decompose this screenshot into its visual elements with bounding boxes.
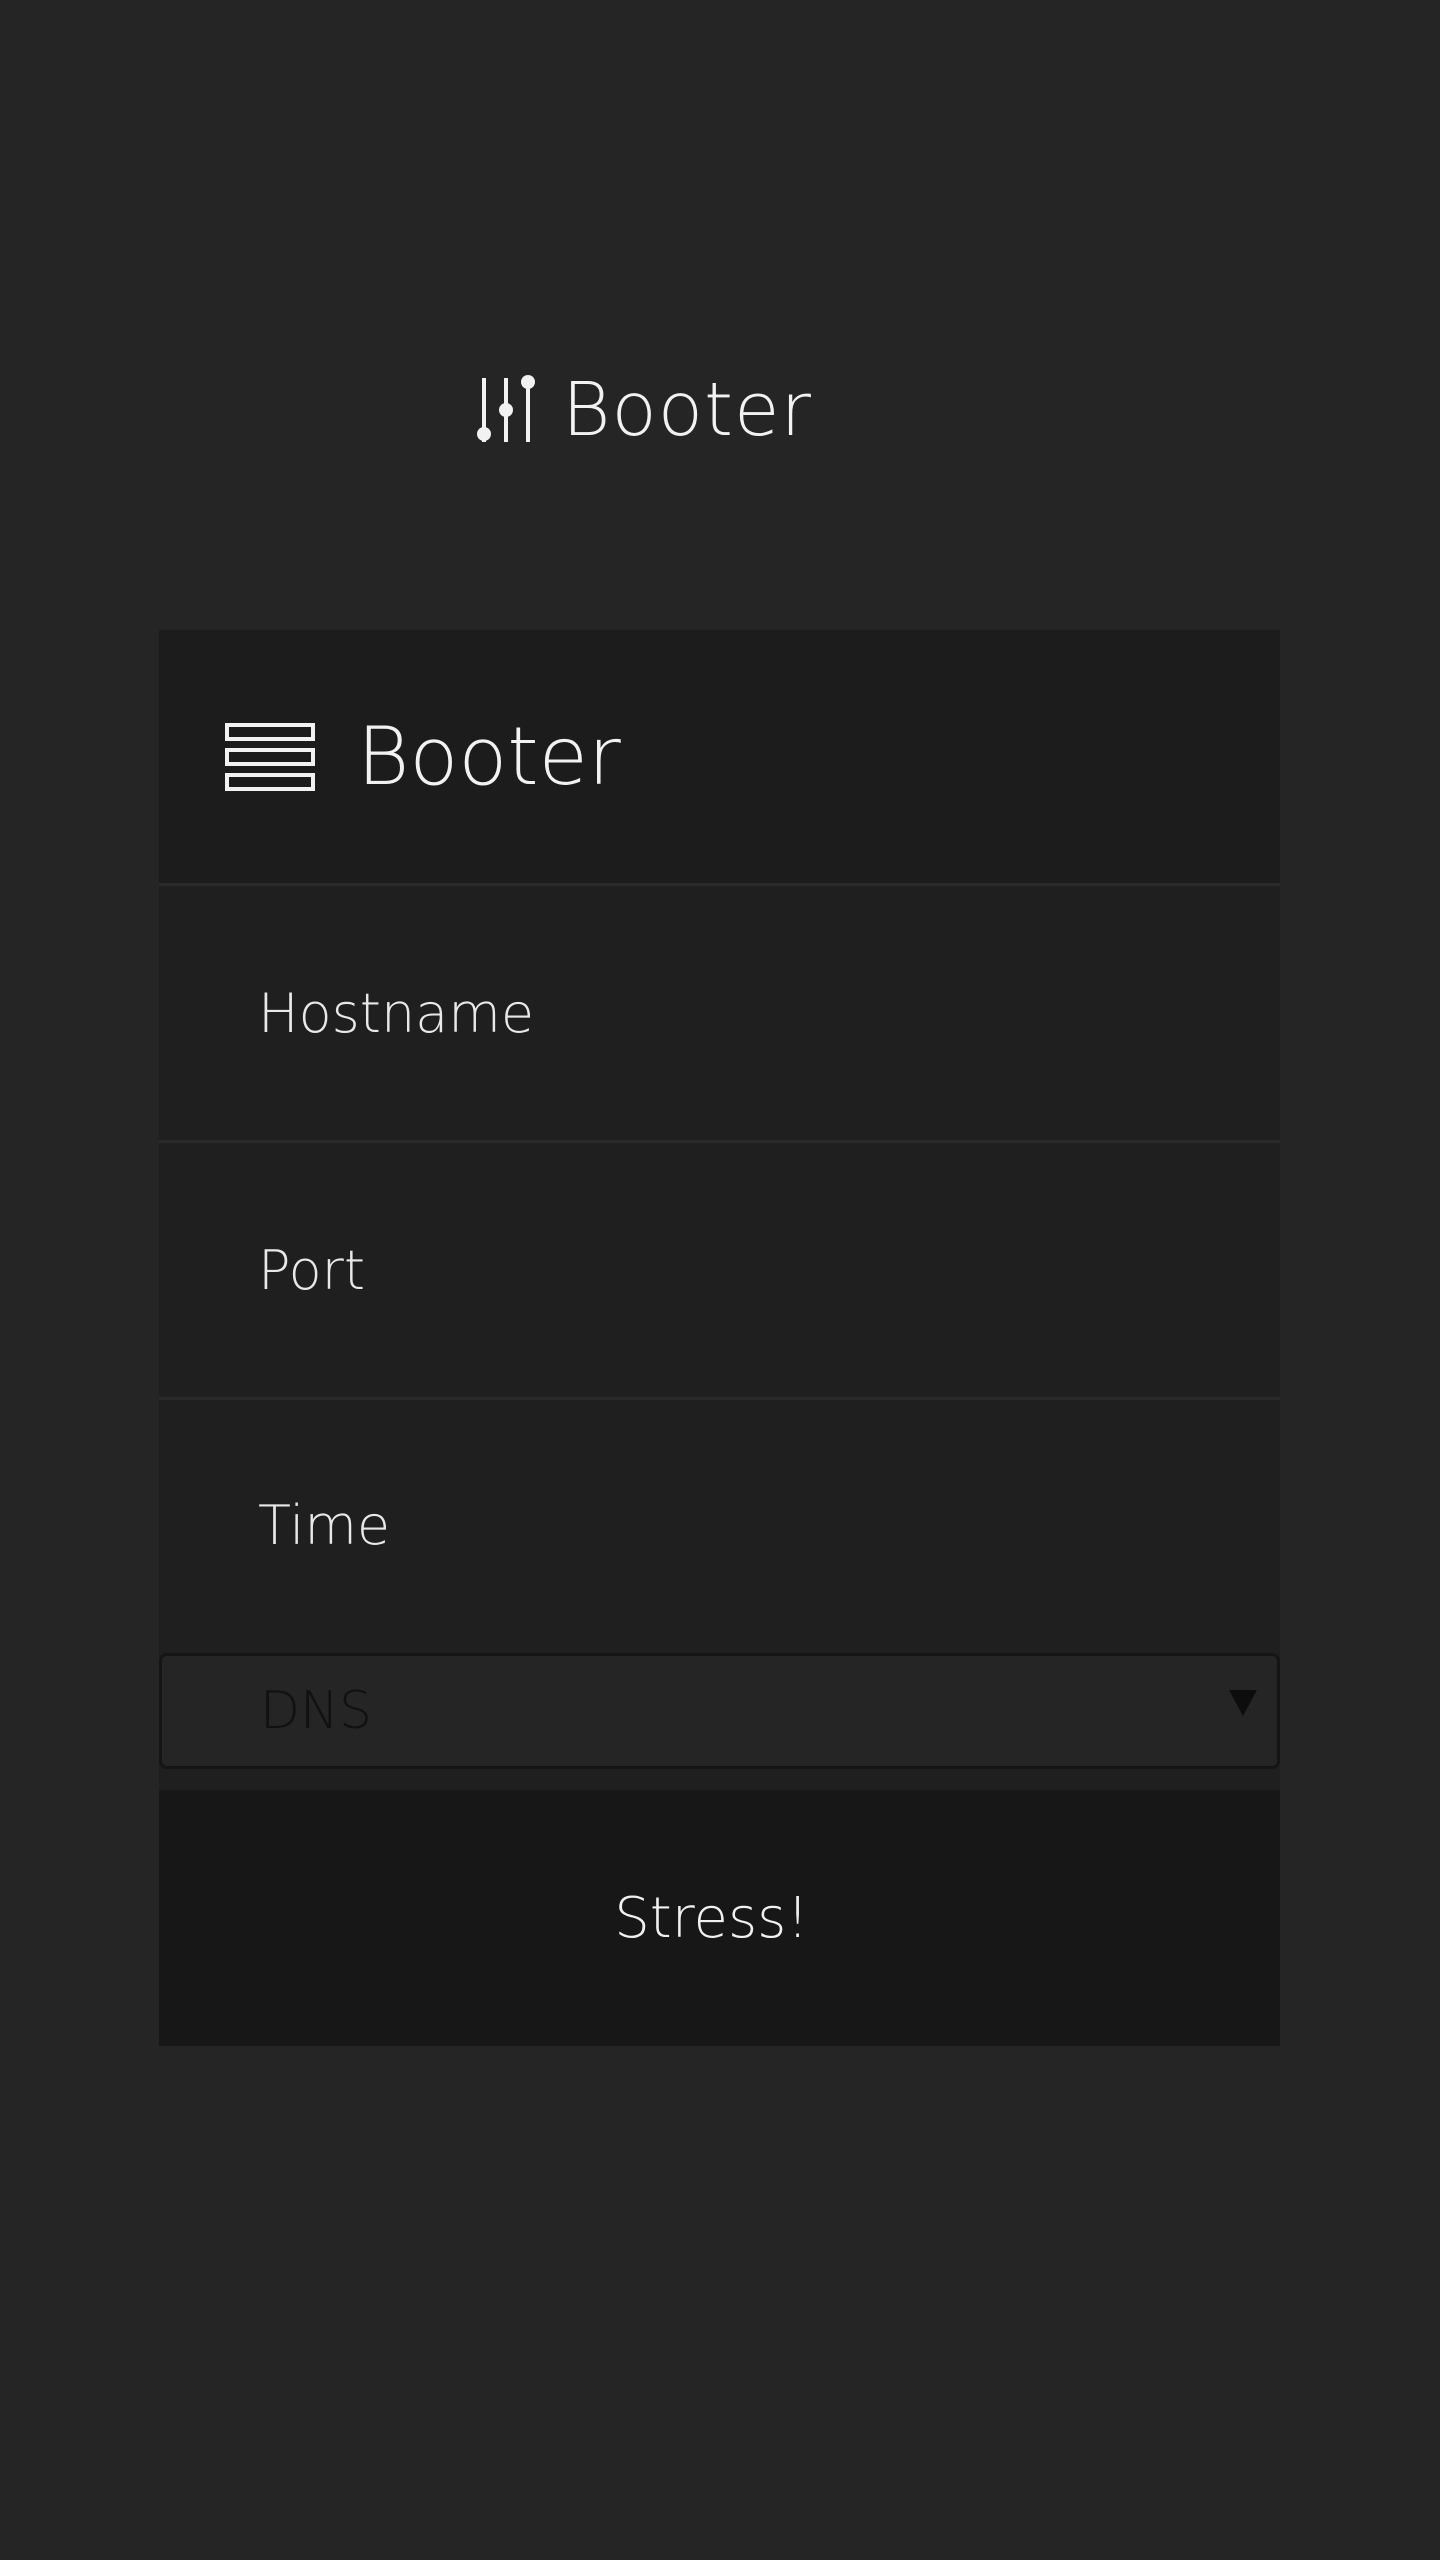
method-select-value: DNS bbox=[260, 1681, 372, 1741]
hostname-input[interactable] bbox=[256, 980, 1160, 1046]
menu-icon bbox=[225, 722, 317, 791]
panel-title: Booter bbox=[357, 710, 621, 803]
port-input[interactable] bbox=[256, 1237, 1160, 1303]
caret-down-icon bbox=[1229, 1690, 1257, 1716]
app-header: Booter bbox=[470, 360, 812, 460]
panel-header: Booter bbox=[159, 630, 1280, 886]
method-select[interactable]: DNS bbox=[159, 1653, 1280, 1769]
time-input[interactable] bbox=[256, 1493, 1160, 1558]
port-field-row bbox=[159, 1143, 1280, 1400]
app-title: Booter bbox=[562, 367, 812, 453]
sliders-icon bbox=[470, 372, 542, 448]
hostname-field-row bbox=[159, 886, 1280, 1143]
stress-button[interactable]: Stress! bbox=[159, 1790, 1280, 2046]
booter-panel: Booter DNS Stress! bbox=[159, 630, 1280, 2046]
time-field-row bbox=[159, 1400, 1280, 1651]
